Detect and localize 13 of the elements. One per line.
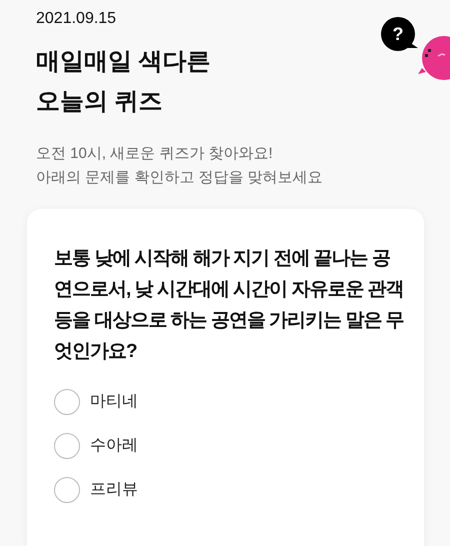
help-button[interactable]: ? — [381, 17, 415, 51]
subtitle-line: 오전 10시, 새로운 퀴즈가 찾아와요! — [36, 144, 274, 164]
option-label[interactable]: 수아레 — [90, 434, 138, 458]
title-line: 매일매일 색다른 — [36, 47, 211, 77]
radio-button[interactable] — [54, 389, 80, 415]
radio-button[interactable] — [54, 477, 80, 503]
radio-button[interactable] — [54, 433, 80, 459]
option-label[interactable]: 프리뷰 — [90, 478, 138, 502]
question-text: 보통 낮에 시작해 해가 지기 전에 끝나는 공연으로서, 낮 시간대에 시간이 자유로운 관객 등을 대상으로 하는 공연을 가리키는 말은 무엇인가요? — [54, 247, 404, 364]
subtitle-line: 아래의 문제를 확인하고 정답을 맞혀보세요 — [36, 168, 324, 188]
date-text: 2021.09.15 — [36, 9, 118, 29]
title-line: 오늘의 퀴즈 — [36, 87, 163, 117]
option-label[interactable]: 마티네 — [90, 390, 138, 414]
